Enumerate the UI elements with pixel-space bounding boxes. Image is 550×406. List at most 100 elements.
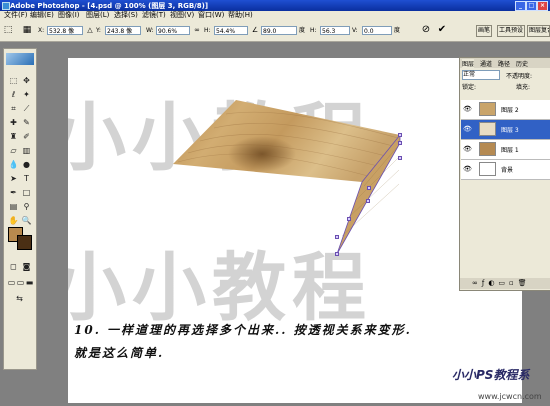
quick-mask-mode-icon[interactable]: ◙ [21, 261, 32, 272]
tab-tool-presets[interactable]: 工具预设 [497, 25, 526, 37]
tab-channels[interactable]: 通道 [480, 59, 492, 68]
layer-name: 图层 1 [501, 147, 519, 154]
menu-select[interactable]: 选择(S) [114, 11, 138, 20]
brush-tool-icon[interactable]: ✎ [21, 117, 32, 128]
path-selection-tool-icon[interactable]: ➤ [8, 173, 19, 184]
zoom-tool-icon[interactable]: 🔍 [21, 215, 32, 226]
menu-window[interactable]: 窗口(W) [198, 11, 224, 20]
layer-row[interactable]: 👁 图层 2 [461, 100, 550, 120]
add-mask-icon[interactable]: ◐ [488, 279, 498, 287]
transform-handle[interactable] [335, 252, 339, 256]
width-field[interactable]: 90.6% [156, 26, 190, 35]
eraser-tool-icon[interactable]: ▱ [8, 145, 19, 156]
photoshop-feather-logo [6, 53, 34, 65]
delete-layer-icon[interactable]: 🗑 [518, 279, 531, 287]
menu-help[interactable]: 帮助(H) [228, 11, 253, 20]
y-field[interactable]: 243.8 像 [105, 26, 141, 35]
hand-tool-icon[interactable]: ✋ [8, 215, 19, 226]
tab-paths[interactable]: 路径 [498, 59, 510, 68]
eye-icon[interactable]: 👁 [463, 145, 472, 153]
menu-image[interactable]: 图像(I) [58, 11, 80, 20]
x-field[interactable]: 532.8 像 [47, 26, 83, 35]
marquee-tool-icon[interactable]: ⬚ [8, 75, 19, 86]
site-logo: 小小PS教程系 [452, 368, 530, 382]
menu-layer[interactable]: 图层(L) [86, 11, 109, 20]
check-icon[interactable]: ✔ [437, 25, 447, 35]
tab-layer-comps[interactable]: 图层复合 [527, 25, 550, 37]
blend-mode-select[interactable]: 正常 [462, 70, 500, 80]
tab-history[interactable]: 历史 [516, 59, 528, 68]
layer-row[interactable]: 👁 图层 1 [461, 140, 550, 160]
background-color-swatch[interactable] [17, 235, 32, 250]
eyedropper-tool-icon[interactable]: ⚲ [21, 201, 32, 212]
layers-panel: 图层 通道 路径 历史 正常 不透明度: 锁定: 填充: 👁 图层 2 👁 图层… [459, 57, 550, 291]
close-button[interactable]: × [537, 1, 548, 11]
layer-row[interactable]: 👁 背景 [461, 160, 550, 180]
transform-handle[interactable] [367, 186, 371, 190]
lock-label: 锁定: [462, 84, 477, 91]
clone-stamp-tool-icon[interactable]: ♜ [8, 131, 19, 142]
vskew-label: V: [352, 27, 358, 34]
standard-mode-icon[interactable]: ◻ [8, 261, 19, 272]
crop-tool-icon[interactable]: ⌗ [8, 103, 19, 114]
menu-edit[interactable]: 编辑(E) [30, 11, 54, 20]
eye-icon[interactable]: 👁 [463, 125, 472, 133]
layer-name: 图层 3 [501, 127, 519, 134]
layer-name: 图层 2 [501, 107, 519, 114]
gradient-tool-icon[interactable]: ▥ [21, 145, 32, 156]
window-title: Adobe Photoshop - [4.psd @ 100% (图层 3, R… [10, 2, 209, 10]
height-field[interactable]: 54.4% [214, 26, 248, 35]
layers-panel-tabs: 图层 通道 路径 历史 [460, 58, 550, 68]
menu-bar: 文件(F) 编辑(E) 图像(I) 图层(L) 选择(S) 滤镜(T) 视图(V… [0, 11, 550, 20]
history-brush-tool-icon[interactable]: ✐ [21, 131, 32, 142]
cancel-icon[interactable]: ⊘ [421, 25, 431, 35]
healing-brush-tool-icon[interactable]: ✚ [8, 117, 19, 128]
transform-handle[interactable] [398, 133, 402, 137]
minimize-button[interactable]: _ [515, 1, 526, 11]
pen-tool-icon[interactable]: ✒ [8, 187, 19, 198]
notes-tool-icon[interactable]: ▤ [8, 201, 19, 212]
new-layer-icon[interactable]: ▫ [509, 279, 518, 287]
reference-point-icon[interactable]: ▦ [22, 25, 32, 35]
link-icon[interactable]: ∞ [192, 25, 202, 35]
layer-thumbnail [479, 102, 496, 116]
tab-layers[interactable]: 图层 [462, 59, 475, 68]
maximize-button[interactable]: □ [526, 1, 537, 11]
transform-handle[interactable] [398, 156, 402, 160]
menu-view[interactable]: 视图(V) [170, 11, 194, 20]
link-layers-icon[interactable]: ∞ [472, 279, 482, 287]
transform-tool-icon: ⬚ [3, 25, 13, 35]
transform-handle[interactable] [398, 141, 402, 145]
magic-wand-tool-icon[interactable]: ✦ [21, 89, 32, 100]
relative-position-icon[interactable]: △ [85, 25, 95, 35]
dodge-tool-icon[interactable]: ● [21, 159, 32, 170]
eye-icon[interactable]: 👁 [463, 165, 472, 173]
fill-label: 填充: [516, 84, 531, 91]
jump-to-imageready-icon[interactable]: ⇆ [14, 293, 25, 304]
opacity-label: 不透明度: [506, 73, 533, 80]
menu-filter[interactable]: 滤镜(T) [142, 11, 166, 20]
slice-tool-icon[interactable]: ⟋ [21, 103, 32, 114]
vskew-field[interactable]: 0.0 [362, 26, 392, 35]
transform-handle[interactable] [366, 199, 370, 203]
blur-tool-icon[interactable]: 💧 [8, 159, 19, 170]
caption-line-1: 10. 一样道理的再选择多个出来.. 按透视关系来变形. [74, 323, 412, 337]
tab-brushes[interactable]: 画笔 [476, 25, 493, 37]
type-tool-icon[interactable]: T [21, 173, 32, 184]
w-label: W: [146, 27, 154, 34]
eye-icon[interactable]: 👁 [463, 105, 472, 113]
hskew-field[interactable]: 56.3 [320, 26, 350, 35]
transform-handle[interactable] [347, 217, 351, 221]
rotation-field[interactable]: 89.0 [261, 26, 297, 35]
shape-tool-icon[interactable]: □ [21, 187, 32, 198]
new-group-icon[interactable]: ▭ [498, 279, 509, 287]
transform-handle[interactable] [335, 235, 339, 239]
layer-row-selected[interactable]: 👁 图层 3 [461, 120, 550, 140]
wood-plank-top [173, 100, 400, 182]
lasso-tool-icon[interactable]: ℓ [8, 89, 19, 100]
menu-file[interactable]: 文件(F) [4, 11, 28, 20]
screen-mode-full-icon[interactable]: ▬ [24, 277, 35, 288]
move-tool-icon[interactable]: ✥ [21, 75, 32, 86]
layer-thumbnail [479, 142, 496, 156]
site-url: www.jcwcn.com [478, 392, 542, 401]
